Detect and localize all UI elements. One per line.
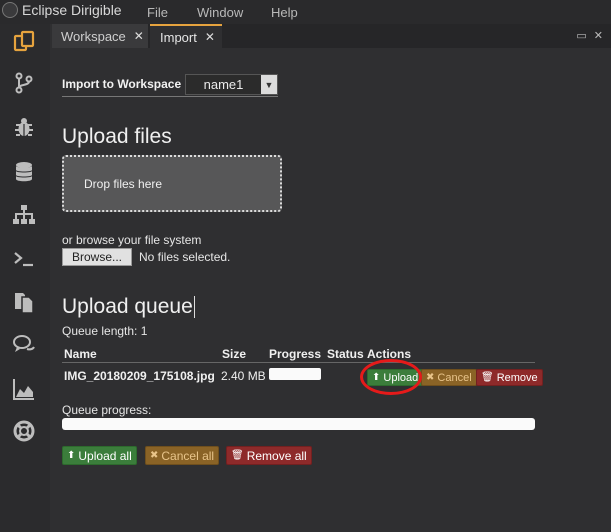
sitemap-icon[interactable]: [11, 202, 37, 228]
column-header-progress: Progress: [269, 347, 322, 361]
tab-workspace-label: Workspace: [61, 28, 126, 44]
activity-bar: [0, 24, 50, 532]
menu-help[interactable]: Help: [271, 5, 298, 20]
queue-progress-label: Queue progress:: [62, 403, 152, 417]
upload-all-label: Upload all: [78, 448, 132, 463]
documents-icon[interactable]: [11, 289, 37, 315]
column-header-name: Name: [64, 347, 97, 361]
cancel-all-label: Cancel all: [161, 448, 215, 463]
view-controls: ▭ ✕: [576, 29, 603, 42]
bug-icon[interactable]: [11, 114, 37, 140]
column-header-status: Status: [327, 347, 364, 361]
file-name-cell: IMG_20180209_175108.jpg: [64, 369, 215, 383]
workspace-select-value: name1: [203, 77, 244, 92]
browse-button[interactable]: Browse...: [62, 248, 132, 266]
menu-window[interactable]: Window: [197, 5, 243, 20]
tab-import[interactable]: Import ✕: [150, 24, 222, 48]
upload-queue-title: Upload queue: [62, 295, 193, 318]
text-cursor: [193, 296, 195, 319]
area-chart-icon[interactable]: [11, 376, 37, 402]
tab-workspace[interactable]: Workspace ✕: [52, 24, 148, 48]
upload-queue-heading: Upload queue: [62, 295, 195, 319]
terminal-icon[interactable]: [11, 246, 37, 272]
import-to-workspace-label: Import to Workspace: [62, 77, 182, 91]
cancel-icon: ✖: [150, 449, 159, 461]
drop-zone-label: Drop files here: [84, 176, 163, 191]
app-title: Eclipse Dirigible: [2, 2, 122, 18]
column-header-size: Size: [222, 347, 247, 361]
editor-tab-bar: Workspace ✕ Import ✕ ▭ ✕: [52, 24, 611, 48]
cancel-all-button[interactable]: ✖ Cancel all: [145, 446, 220, 465]
tab-import-label: Import: [160, 29, 197, 45]
file-size-cell: 2.40 MB: [221, 369, 266, 383]
trash-icon: 🗑: [231, 449, 244, 461]
close-icon[interactable]: ✕: [205, 30, 215, 44]
workspace-icon[interactable]: [11, 29, 37, 55]
menu-bar: Eclipse Dirigible File Window Help: [0, 0, 611, 24]
cancel-button-label: Cancel: [437, 371, 472, 384]
close-view-icon[interactable]: ✕: [594, 29, 603, 42]
cancel-icon: ✖: [426, 371, 435, 383]
chat-icon[interactable]: [11, 332, 37, 358]
cancel-button[interactable]: ✖ Cancel: [421, 369, 477, 386]
import-view: Import to Workspace name1 ▼ Upload files…: [52, 48, 611, 532]
queue-length: Queue length: 1: [62, 324, 148, 338]
menu-file[interactable]: File: [147, 5, 168, 20]
divider: [62, 96, 278, 97]
remove-button-label: Remove: [496, 371, 538, 384]
chevron-down-icon[interactable]: ▼: [261, 75, 277, 94]
upload-icon: ⬆: [67, 449, 76, 461]
dirigible-logo-icon: [2, 2, 18, 18]
app-title-text: Eclipse Dirigible: [22, 2, 122, 18]
drop-zone[interactable]: Drop files here: [62, 155, 282, 212]
workspace-select[interactable]: name1 ▼: [185, 74, 278, 95]
remove-all-button[interactable]: 🗑 Remove all: [226, 446, 312, 465]
restore-icon[interactable]: ▭: [576, 29, 586, 42]
git-branch-icon[interactable]: [11, 70, 37, 96]
database-icon[interactable]: [11, 159, 37, 185]
trash-icon: 🗑: [481, 371, 494, 383]
no-file-status: No files selected.: [139, 250, 231, 264]
annotation-circle: [360, 359, 422, 395]
file-progress-bar: [269, 368, 321, 380]
table-divider: [62, 362, 535, 363]
lifebuoy-icon[interactable]: [11, 418, 37, 444]
upload-all-button[interactable]: ⬆ Upload all: [62, 446, 137, 465]
close-icon[interactable]: ✕: [134, 29, 144, 43]
remove-all-label: Remove all: [246, 448, 307, 463]
upload-files-heading: Upload files: [62, 125, 172, 148]
remove-button[interactable]: 🗑 Remove: [476, 369, 543, 386]
browse-prompt: or browse your file system: [62, 233, 202, 247]
queue-progress-bar: [62, 418, 535, 430]
